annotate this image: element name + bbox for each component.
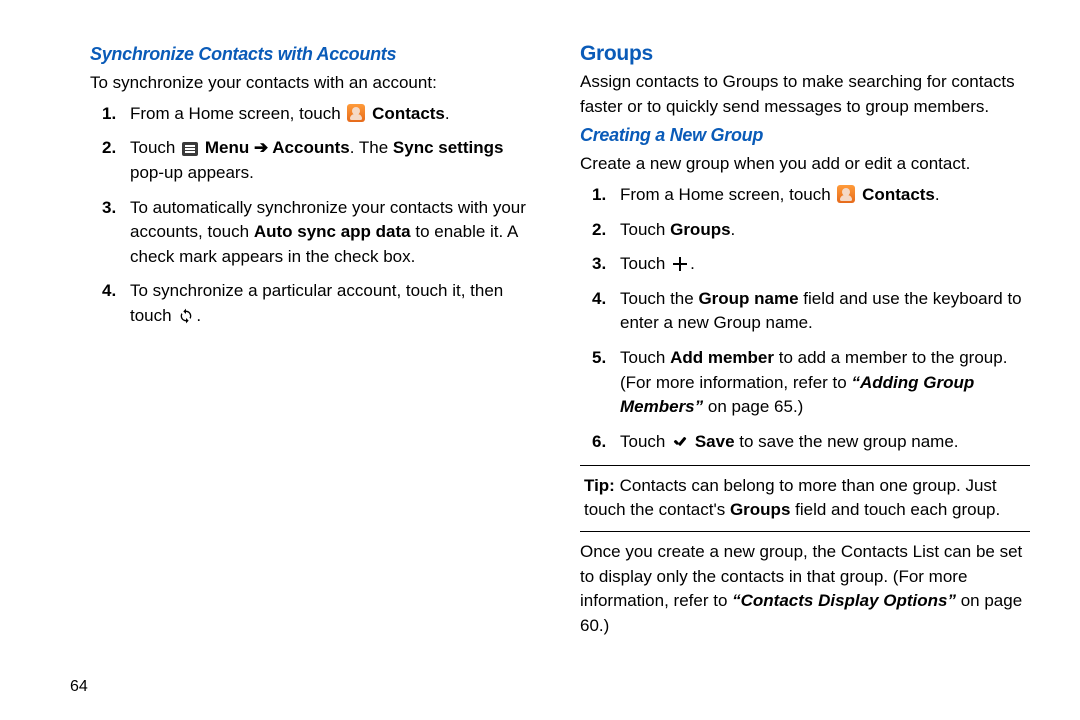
- contacts-label: Contacts: [372, 104, 445, 123]
- contacts-icon: [837, 185, 855, 203]
- manual-page: Synchronize Contacts with Accounts To sy…: [0, 0, 1080, 720]
- subheading-create-group: Creating a New Group: [580, 125, 1030, 146]
- page-number: 64: [70, 678, 88, 696]
- text: . The: [350, 138, 393, 157]
- menu-label: Menu: [205, 138, 249, 157]
- divider: [580, 531, 1030, 532]
- tip-lead: Tip:: [584, 476, 615, 495]
- contacts-label: Contacts: [862, 185, 935, 204]
- text: .: [731, 220, 736, 239]
- text: From a Home screen, touch: [130, 104, 345, 123]
- left-column: Synchronize Contacts with Accounts To sy…: [70, 40, 560, 700]
- after-text: Once you create a new group, the Contact…: [580, 540, 1030, 639]
- text: .: [196, 306, 201, 325]
- step-item: Touch Groups.: [620, 218, 1030, 243]
- create-group-steps: From a Home screen, touch Contacts. Touc…: [580, 183, 1030, 455]
- step-item: Touch Save to save the new group name.: [620, 430, 1030, 455]
- divider: [580, 465, 1030, 466]
- save-label: Save: [695, 432, 735, 451]
- groups-intro: Assign contacts to Groups to make search…: [580, 70, 1030, 119]
- text: on page 65.): [703, 397, 803, 416]
- sync-steps: From a Home screen, touch Contacts. Touc…: [90, 102, 540, 329]
- text: field and touch each group.: [790, 500, 1000, 519]
- tip-text: Tip: Contacts can belong to more than on…: [580, 474, 1030, 523]
- group-name-label: Group name: [698, 289, 798, 308]
- sync-icon: [178, 308, 194, 324]
- groups-label: Groups: [670, 220, 730, 239]
- sync-settings-label: Sync settings: [393, 138, 504, 157]
- text: .: [445, 104, 450, 123]
- plus-icon: [672, 256, 688, 272]
- add-member-label: Add member: [670, 348, 774, 367]
- accounts-label: Accounts: [272, 138, 349, 157]
- menu-icon: [182, 142, 198, 156]
- arrow-icon: ➔: [249, 138, 272, 157]
- text: From a Home screen, touch: [620, 185, 835, 204]
- text: .: [690, 254, 695, 273]
- cross-ref: “Contacts Display Options”: [732, 591, 956, 610]
- create-group-intro: Create a new group when you add or edit …: [580, 152, 1030, 177]
- step-item: To automatically synchronize your contac…: [130, 196, 540, 270]
- text: Touch: [620, 348, 670, 367]
- step-item: Touch Add member to add a member to the …: [620, 346, 1030, 420]
- step-item: Touch the Group name field and use the k…: [620, 287, 1030, 336]
- step-item: From a Home screen, touch Contacts.: [620, 183, 1030, 208]
- text: Touch: [620, 220, 670, 239]
- intro-text: To synchronize your contacts with an acc…: [90, 71, 540, 96]
- step-item: From a Home screen, touch Contacts.: [130, 102, 540, 127]
- section-heading-sync: Synchronize Contacts with Accounts: [90, 44, 540, 65]
- contacts-icon: [347, 104, 365, 122]
- right-column: Groups Assign contacts to Groups to make…: [560, 40, 1050, 700]
- section-heading-groups: Groups: [580, 42, 1030, 66]
- text: Touch: [130, 138, 180, 157]
- text: .: [935, 185, 940, 204]
- auto-sync-label: Auto sync app data: [254, 222, 411, 241]
- tip-block: Tip: Contacts can belong to more than on…: [580, 474, 1030, 523]
- text: Touch: [620, 254, 670, 273]
- step-item: To synchronize a particular account, tou…: [130, 279, 540, 328]
- check-icon: [672, 434, 688, 450]
- step-item: Touch Menu ➔ Accounts. The Sync settings…: [130, 136, 540, 185]
- text: Touch: [620, 432, 670, 451]
- step-item: Touch .: [620, 252, 1030, 277]
- groups-label: Groups: [730, 500, 790, 519]
- text: Touch the: [620, 289, 698, 308]
- text: to save the new group name.: [735, 432, 959, 451]
- text: pop-up appears.: [130, 163, 254, 182]
